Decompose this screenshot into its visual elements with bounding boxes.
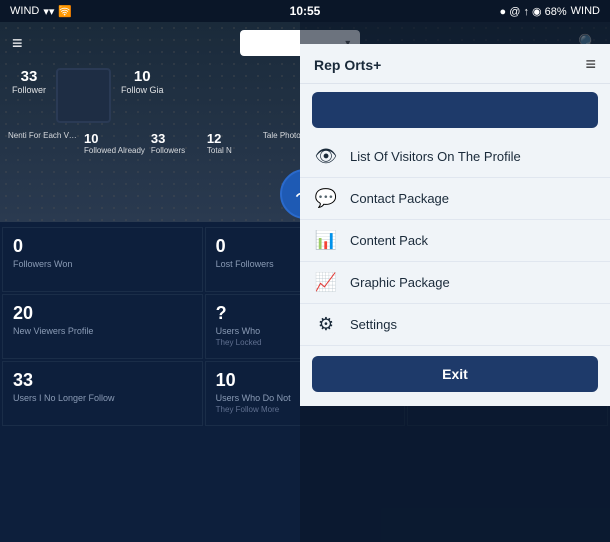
dropdown-header: Rep Orts+ ≡ [300,44,610,84]
stat-nenti: Nenti For Each Video [8,131,78,155]
stat-total: 12 Total N [207,131,257,155]
content-label: Content Pack [350,233,428,248]
status-icons: ● @ ↑ ◉ 68% [500,5,567,18]
status-left: WIND ▾▾ 🛜 [10,5,72,18]
hamburger-right-icon[interactable]: ≡ [585,54,596,75]
message-icon: 💬 [314,188,338,209]
dropdown-panel: Rep Orts+ ≡ 👁 List Of Visitors On The Pr… [300,44,610,406]
menu-item-visitors[interactable]: 👁 List Of Visitors On The Profile [300,136,610,178]
app-container: ≡ ▾ 🔍 33 Follower 10 Follow Gia Nenti Fo… [0,22,610,542]
follower-label: Follower [12,85,46,95]
card-no-longer-follow[interactable]: 33 Users I No Longer Follow [2,361,203,426]
profile-avatar[interactable] [56,68,111,123]
dropdown-search-input[interactable] [312,92,598,128]
dropdown-title: Rep Orts+ [314,57,381,73]
status-right: ● @ ↑ ◉ 68% WIND [500,5,600,18]
menu-item-graphic[interactable]: 📈 Graphic Package [300,262,610,304]
stat-followed: 10 Followed Already [84,131,145,155]
signal-icon: ▾▾ [43,5,54,18]
gear-icon: ⚙ [314,314,338,335]
trending-icon: 📈 [314,272,338,293]
menu-item-contact[interactable]: 💬 Contact Package [300,178,610,220]
nenti-label: Nenti For Each Video [8,131,78,140]
following-stat: 10 Follow Gia [121,68,164,95]
follower-count: 33 [21,68,38,85]
settings-label: Settings [350,317,397,332]
visitors-label: List Of Visitors On The Profile [350,149,521,164]
exit-button[interactable]: Exit [312,356,598,392]
carrier-right: WIND [571,5,600,17]
chart-bar-icon: 📊 [314,230,338,251]
eye-icon: 👁 [314,146,338,167]
follower-stat: 33 Follower [12,68,46,95]
status-time: 10:55 [290,4,321,18]
menu-item-settings[interactable]: ⚙ Settings [300,304,610,346]
following-count: 10 [134,68,151,85]
hamburger-left-icon[interactable]: ≡ [12,33,23,54]
stat-followers: 33 Followers [151,131,201,155]
card-new-viewers[interactable]: 20 New Viewers Profile [2,294,203,359]
carrier-left: WIND [10,5,39,17]
contact-label: Contact Package [350,191,449,206]
graphic-label: Graphic Package [350,275,450,290]
status-bar: WIND ▾▾ 🛜 10:55 ● @ ↑ ◉ 68% WIND [0,0,610,22]
menu-item-content[interactable]: 📊 Content Pack [300,220,610,262]
card-followers-won[interactable]: 0 Followers Won [2,227,203,292]
wifi-icon: 🛜 [58,5,72,18]
following-label: Follow Gia [121,85,164,95]
